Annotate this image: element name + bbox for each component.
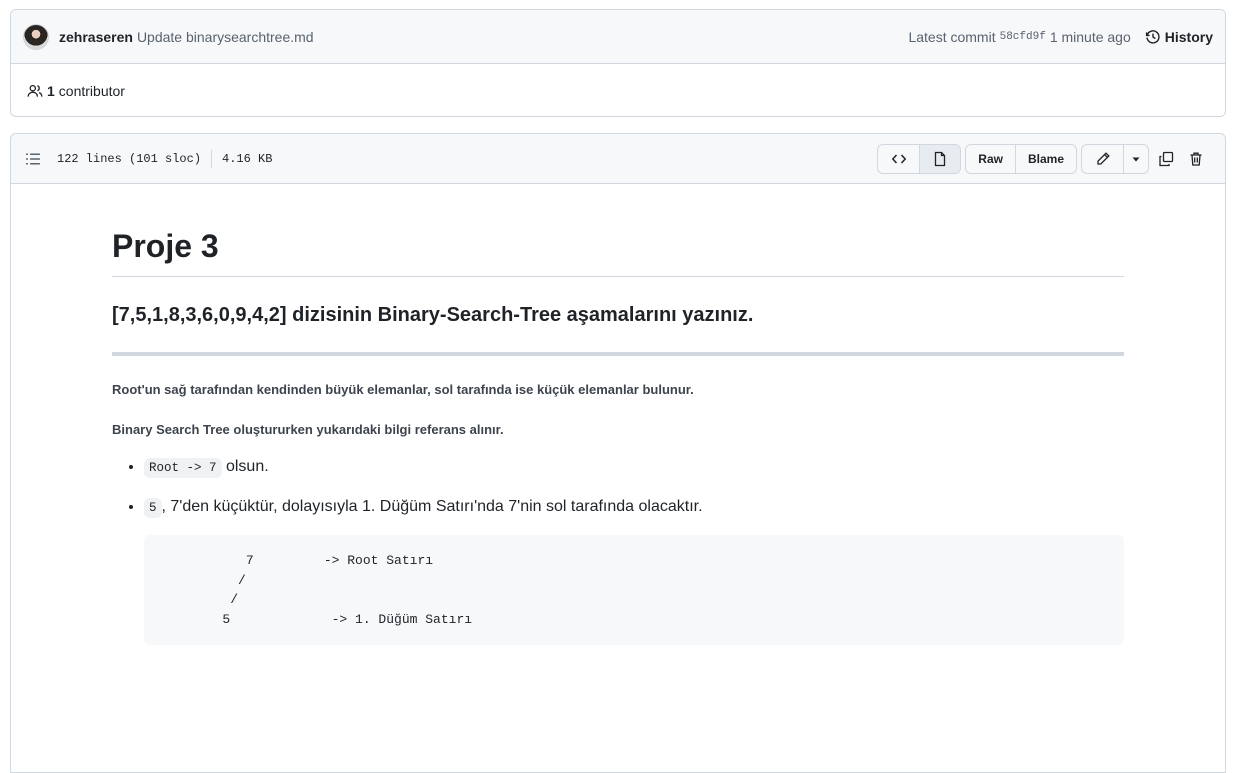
paragraph-1: Root'un sağ tarafından kendinden büyük e…: [112, 382, 694, 397]
inline-code: 5: [144, 498, 162, 518]
triangle-down-icon: [1132, 157, 1140, 161]
file-view: 122 lines (101 sloc) 4.16 KB Raw Blame P…: [10, 133, 1226, 773]
author-avatar[interactable]: [23, 23, 49, 50]
inline-code: Root -> 7: [144, 458, 222, 478]
preview-button[interactable]: [919, 144, 961, 173]
history-icon: [1145, 29, 1160, 44]
divider: [211, 149, 213, 168]
horizontal-rule: [112, 352, 1124, 356]
copy-icon: [1159, 151, 1174, 166]
trash-icon: [1190, 152, 1202, 166]
commit-time: 1 minute ago: [1049, 28, 1131, 45]
bullet-list: Root -> 7 olsun. 5, 7'den küçüktür, dola…: [112, 455, 1124, 645]
list-item-text: olsun.: [221, 458, 269, 475]
commit-message[interactable]: Update binarysearchtree.md: [137, 29, 314, 45]
code-block: 7 -> Root Satırı / / 5 -> 1. Düğüm Satır…: [144, 535, 1124, 645]
people-icon: [27, 84, 43, 97]
pencil-icon: [1096, 151, 1110, 165]
heading-3: [7,5,1,8,3,6,0,9,4,2] dizisinin Binary-S…: [112, 304, 754, 326]
heading-1: Proje 3: [112, 226, 1124, 277]
latest-commit-label: Latest commit: [908, 28, 996, 45]
list-item: Root -> 7 olsun.: [144, 455, 1124, 479]
raw-button[interactable]: Raw: [966, 145, 1015, 173]
edit-button[interactable]: [1082, 145, 1123, 173]
edit-dropdown-button[interactable]: [1123, 144, 1148, 173]
history-label: History: [1164, 28, 1213, 45]
file-header: 122 lines (101 sloc) 4.16 KB Raw Blame: [11, 134, 1225, 184]
file-lines: 122 lines (101 sloc): [57, 151, 202, 166]
code-icon: [891, 153, 907, 164]
contributors-row[interactable]: 1 contributor: [11, 64, 1225, 116]
contributor-count: 1: [47, 82, 55, 99]
copy-button[interactable]: [1151, 145, 1181, 173]
delete-button[interactable]: [1181, 145, 1211, 173]
history-button[interactable]: History: [1145, 29, 1213, 45]
latest-commit-box: zehraseren Update binarysearchtree.md La…: [10, 9, 1226, 117]
outline-icon[interactable]: [25, 151, 41, 167]
contributor-label: contributor: [58, 82, 125, 99]
list-item-text: , 7'den küçüktür, dolayısıyla 1. Düğüm S…: [161, 498, 703, 515]
commit-author[interactable]: zehraseren: [59, 29, 133, 45]
raw-blame-group: Raw Blame: [965, 143, 1077, 174]
file-info: 122 lines (101 sloc) 4.16 KB: [57, 149, 273, 168]
markdown-body: Proje 3 [7,5,1,8,3,6,0,9,4,2] dizisinin …: [112, 184, 1124, 645]
commit-sha[interactable]: 58cfd9f: [1000, 31, 1046, 43]
commit-header: zehraseren Update binarysearchtree.md La…: [11, 10, 1225, 64]
view-toggle: [877, 143, 962, 174]
file-size: 4.16 KB: [222, 151, 273, 166]
file-icon: [935, 151, 946, 166]
blame-button[interactable]: Blame: [1014, 144, 1076, 173]
edit-group: [1081, 143, 1149, 174]
list-item: 5, 7'den küçüktür, dolayısıyla 1. Düğüm …: [144, 495, 1124, 645]
code-view-button[interactable]: [878, 145, 919, 173]
paragraph-2: Binary Search Tree oluştururken yukarıda…: [112, 421, 504, 437]
